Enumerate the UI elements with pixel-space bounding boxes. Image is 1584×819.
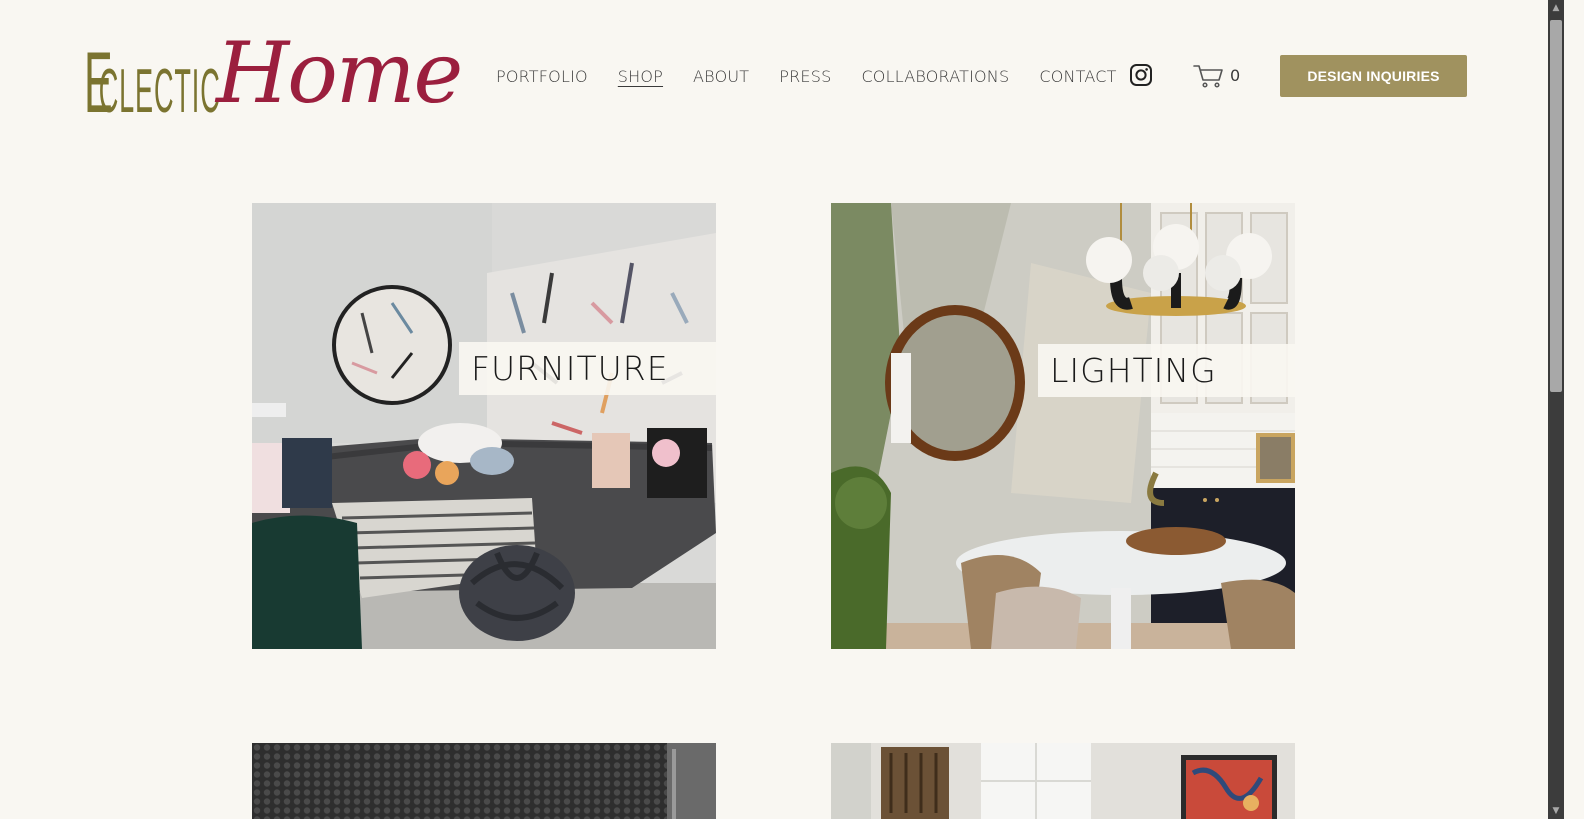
instagram-icon[interactable] [1129, 63, 1153, 87]
scrollbar-thumb[interactable] [1550, 20, 1562, 392]
logo-home-wordmark: Home [216, 24, 463, 122]
tile-label-lighting: LIGHTING [1038, 344, 1295, 397]
cart-icon[interactable] [1193, 63, 1225, 89]
lighting-dining-image [831, 203, 1295, 649]
nav-portfolio[interactable]: PORTFOLIO [496, 67, 588, 86]
tile-4-image [831, 743, 1295, 819]
nav-contact[interactable]: CONTACT [1039, 67, 1116, 86]
scroll-up-arrow-icon[interactable]: ▲ [1550, 2, 1562, 14]
nav-press[interactable]: PRESS [779, 67, 831, 86]
shop-tile-3[interactable] [252, 743, 716, 819]
shop-tile-lighting[interactable]: LIGHTING [831, 203, 1295, 649]
tile-label-furniture: FURNITURE [459, 342, 716, 395]
nav-collaborations[interactable]: COLLABORATIONS [861, 67, 1009, 86]
main-nav: PORTFOLIO SHOP ABOUT PRESS COLLABORATION… [496, 64, 1147, 88]
svg-text:CLECTIC: CLECTIC [99, 57, 221, 126]
window-edge [1564, 0, 1584, 819]
shop-tile-furniture[interactable]: FURNITURE [252, 203, 716, 649]
page: E CLECTIC Home PORTFOLIO SHOP ABOUT PRES… [0, 0, 1564, 819]
nav-shop[interactable]: SHOP [618, 67, 663, 86]
tile-3-image [252, 743, 716, 819]
furniture-room-image [252, 203, 716, 649]
nav-about[interactable]: ABOUT [693, 67, 749, 86]
design-inquiries-button[interactable]: DESIGN INQUIRIES [1280, 55, 1467, 97]
shop-tile-4[interactable] [831, 743, 1295, 819]
site-logo[interactable]: E CLECTIC Home [84, 26, 463, 126]
scroll-down-arrow-icon[interactable]: ▼ [1550, 805, 1562, 817]
cart-count[interactable]: 0 [1230, 66, 1240, 85]
